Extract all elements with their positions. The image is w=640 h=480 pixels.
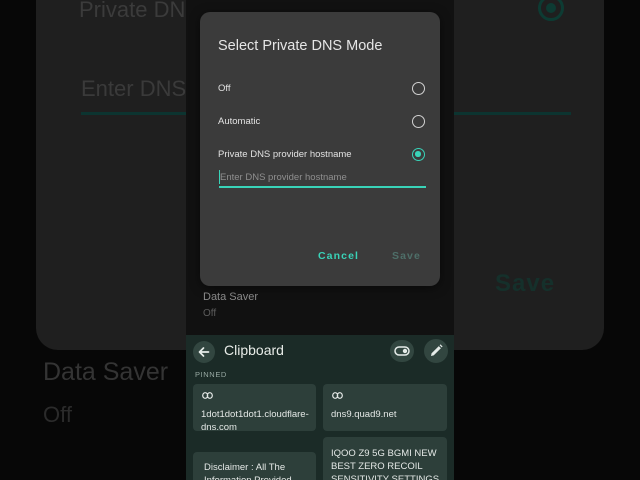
dialog-title: Select Private DNS Mode: [218, 38, 383, 54]
clip-item-quad9[interactable]: dns9.quad9.net: [323, 384, 447, 431]
clip-item-text: 1dot1dot1dot1.cloudflare-dns.com: [201, 409, 309, 431]
option-provider-hostname[interactable]: Private DNS provider hostname: [200, 140, 440, 170]
data-saver-title[interactable]: Data Saver: [203, 291, 258, 303]
clip-item-text: Disclaimer : All The Information Provide…: [204, 462, 292, 480]
data-saver-value: Off: [203, 308, 217, 319]
option-off[interactable]: Off: [200, 74, 440, 104]
option-off-label: Off: [218, 83, 231, 94]
background-save-label: Save: [495, 270, 556, 297]
private-dns-dialog: Select Private DNS Mode Off Automatic Pr…: [200, 12, 440, 286]
option-automatic[interactable]: Automatic: [200, 107, 440, 137]
radio-off-icon[interactable]: [412, 82, 425, 95]
link-icon: [202, 392, 213, 399]
back-arrow-icon[interactable]: [193, 341, 215, 363]
clipboard-toggle-icon[interactable]: [390, 340, 414, 362]
clip-item-iqoo[interactable]: IQOO Z9 5G BGMI NEW BEST ZERO RECOIL SEN…: [323, 437, 447, 480]
option-automatic-label: Automatic: [218, 116, 261, 127]
background-data-saver-title: Data Saver: [43, 358, 169, 386]
radio-automatic-icon[interactable]: [412, 115, 425, 128]
link-icon: [332, 392, 343, 399]
dns-hostname-input[interactable]: [219, 168, 426, 188]
clip-item-disclaimer[interactable]: Disclaimer : All The Information Provide…: [193, 452, 316, 480]
edit-pencil-icon[interactable]: [424, 339, 448, 363]
background-dns-input-text: Enter DNS: [81, 76, 187, 101]
save-button[interactable]: Save: [392, 250, 421, 262]
text-cursor: [219, 170, 220, 184]
pinned-section-label: PINNED: [195, 370, 227, 379]
clip-item-text: IQOO Z9 5G BGMI NEW BEST ZERO RECOIL SEN…: [331, 448, 440, 480]
clipboard-panel: Clipboard PINNED 1dot1dot1dot1.cloudflar…: [186, 335, 454, 480]
phone-screen: Data Saver Off Select Private DNS Mode O…: [186, 0, 454, 480]
background-data-saver-value: Off: [43, 402, 72, 427]
background-private-dns-title: Private DNS: [79, 0, 201, 22]
cancel-button[interactable]: Cancel: [318, 250, 359, 262]
clip-item-text: dns9.quad9.net: [331, 409, 397, 420]
clipboard-title: Clipboard: [224, 342, 284, 358]
radio-provider-hostname-icon[interactable]: [412, 148, 425, 161]
clip-item-cloudflare[interactable]: 1dot1dot1dot1.cloudflare-dns.com: [193, 384, 316, 431]
option-provider-hostname-label: Private DNS provider hostname: [218, 149, 352, 160]
